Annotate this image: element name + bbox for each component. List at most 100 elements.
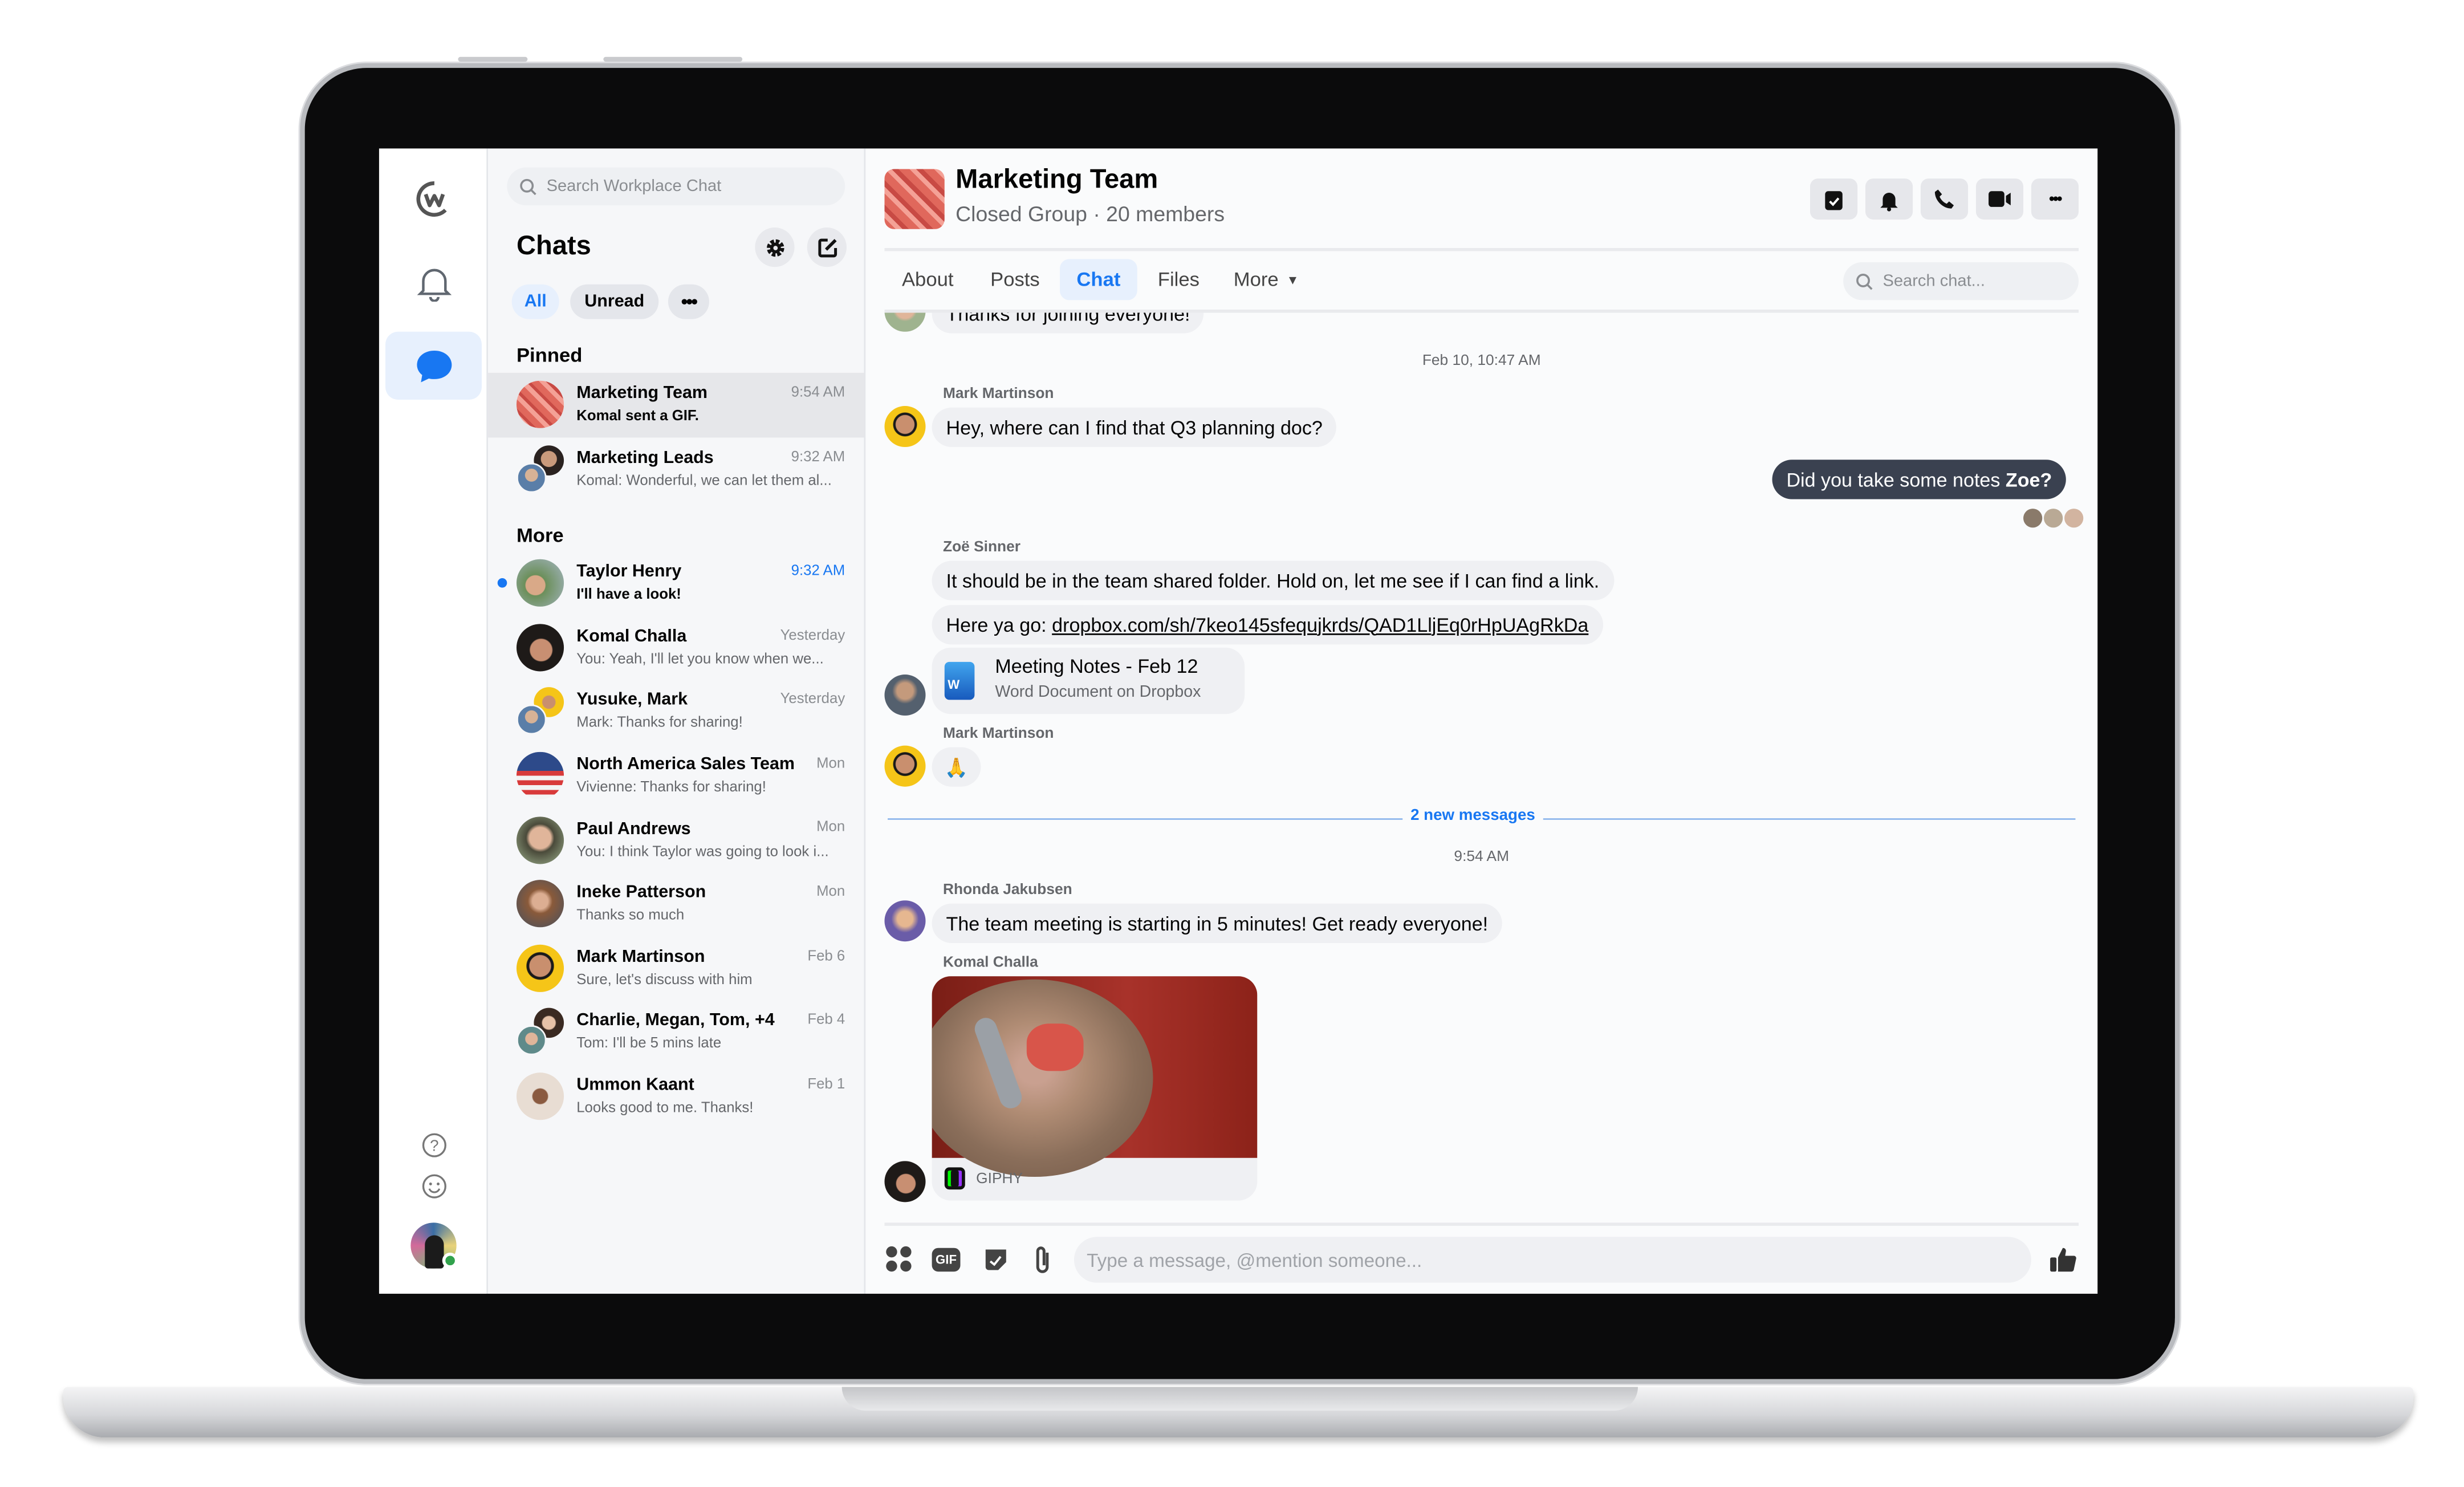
chat-preview: I'll have a look! <box>576 586 681 603</box>
chat-preview: Mark: Thanks for sharing! <box>576 714 743 731</box>
video-icon <box>1989 191 2011 207</box>
chat-time: Yesterday <box>780 626 845 643</box>
group-avatar <box>516 445 564 493</box>
chat-item-mark-martinson[interactable]: Mark Martinson Sure, let's discuss with h… <box>488 936 864 1000</box>
more-section-label: More <box>516 524 564 547</box>
workplace-logo-icon[interactable] <box>414 178 455 220</box>
tab-about[interactable]: About <box>884 259 970 300</box>
sender-name: Komal Challa <box>942 954 1038 972</box>
own-message-bubble[interactable]: Did you take some notes Zoe? <box>1772 460 2067 499</box>
read-receipts[interactable] <box>2023 509 2084 528</box>
message-input[interactable]: Type a message, @mention someone... <box>1074 1237 2031 1283</box>
tab-chat[interactable]: Chat <box>1060 259 1137 300</box>
chat-name: Ummon Kaant <box>576 1075 694 1095</box>
chat-item-taylor-henry[interactable]: Taylor Henry I'll have a look! 9:32 AM <box>488 551 864 615</box>
help-icon[interactable]: ? <box>414 1125 455 1166</box>
chat-item-komal-challa[interactable]: Komal Challa You: Yeah, I'll let you know… <box>488 615 864 679</box>
device-edge <box>603 56 743 62</box>
chat-name: Charlie, Megan, Tom, +4 <box>576 1011 775 1031</box>
chat-bubble-icon[interactable] <box>414 346 455 387</box>
bell-icon[interactable] <box>414 262 455 303</box>
user-avatar[interactable] <box>410 1222 458 1269</box>
chat-time: Feb 4 <box>807 1011 845 1027</box>
chat-time: Mon <box>816 754 845 771</box>
chat-item-ineke-patterson[interactable]: Ineke Patterson Thanks so much Mon <box>488 872 864 936</box>
chat-preview: Komal: Wonderful, we can let them al... <box>576 472 832 488</box>
bell-icon <box>1880 192 1898 211</box>
video-call-button[interactable] <box>1975 178 2024 220</box>
nav-rail: ? <box>379 148 489 1294</box>
gear-icon <box>766 238 784 256</box>
new-messages-label[interactable]: 2 new messages <box>1402 807 1543 825</box>
chat-name: Ineke Patterson <box>576 883 706 903</box>
more-options-button[interactable]: ••• <box>2031 178 2079 220</box>
chat-item-paul-andrews[interactable]: Paul Andrews You: I think Taylor was goin… <box>488 808 864 872</box>
chat-item-ummon-kaant[interactable]: Ummon Kaant Looks good to me. Thanks! Feb… <box>488 1065 864 1128</box>
more-chats: Taylor Henry I'll have a look! 9:32 AM Ko… <box>488 551 864 1128</box>
sender-avatar <box>884 900 926 942</box>
avatar <box>516 624 564 672</box>
message-bubble[interactable]: It should be in the team shared folder. … <box>932 560 1614 600</box>
apps-icon <box>886 1246 912 1272</box>
filter-all[interactable]: All <box>511 284 559 319</box>
chat-preview: Thanks so much <box>576 907 685 923</box>
more-icon: ••• <box>681 290 698 313</box>
dropbox-link[interactable]: dropbox.com/sh/7keo145sfequjkrds/QAD1Llj… <box>1052 614 1588 636</box>
chat-list-panel: Search Workplace Chat Chats All Unread •… <box>488 148 866 1294</box>
tab-posts[interactable]: Posts <box>973 259 1058 300</box>
own-message-text: Did you take some notes <box>1786 468 2006 491</box>
filter-unread[interactable]: Unread <box>570 284 659 319</box>
giphy-logo-icon <box>944 1167 965 1190</box>
search-workplace-chat-input[interactable]: Search Workplace Chat <box>507 167 845 206</box>
compose-icon <box>818 238 836 257</box>
caret-down-icon: ▼ <box>1286 272 1299 287</box>
sender-avatar <box>884 745 926 787</box>
notifications-button[interactable] <box>1865 178 1913 220</box>
message-bubble[interactable]: Thanks for joining everyone! <box>932 312 1205 334</box>
file-attachment-card[interactable]: W Meeting Notes - Feb 12 Word Document o… <box>932 647 1245 714</box>
group-avatar <box>516 1008 564 1056</box>
filter-more-button[interactable]: ••• <box>668 284 709 319</box>
sticker-button[interactable] <box>979 1243 1011 1274</box>
chat-item-yusuke-mark[interactable]: Yusuke, Mark Mark: Thanks for sharing! Ye… <box>488 680 864 743</box>
laptop-notch <box>841 1387 1638 1411</box>
message-input-placeholder: Type a message, @mention someone... <box>1087 1249 1422 1271</box>
message-text: Here ya go: <box>946 614 1052 636</box>
gif-button[interactable]: GIF <box>930 1243 962 1274</box>
emoji-message-bubble[interactable]: 🙏 <box>932 747 981 787</box>
search-chat-placeholder: Search chat... <box>1882 271 1985 291</box>
tasks-button[interactable] <box>1810 178 1858 220</box>
call-button[interactable] <box>1920 178 1969 220</box>
attach-button[interactable] <box>1027 1243 1058 1274</box>
message-bubble[interactable]: Hey, where can I find that Q3 planning d… <box>932 407 1337 448</box>
group-avatar[interactable] <box>884 169 945 229</box>
chat-item-charlie-megan-tom[interactable]: Charlie, Megan, Tom, +4 Tom: I'll be 5 mi… <box>488 1000 864 1064</box>
gif-image[interactable] <box>932 976 1258 1177</box>
conversation-subtitle: Closed Group · 20 members <box>955 202 1225 226</box>
pinned-section-label: Pinned <box>516 344 583 367</box>
tab-files[interactable]: Files <box>1140 259 1217 300</box>
divider <box>884 247 2079 251</box>
chat-preview: You: I think Taylor was going to look i.… <box>576 843 829 859</box>
message-bubble[interactable]: The team meeting is starting in 5 minute… <box>932 903 1503 943</box>
chat-item-north-america-sales-team[interactable]: North America Sales Team Vivienne: Thanks… <box>488 743 864 807</box>
chat-preview: Looks good to me. Thanks! <box>576 1099 754 1116</box>
chat-preview: Komal sent a GIF. <box>576 408 699 424</box>
apps-button[interactable] <box>883 1243 914 1274</box>
chat-preview: You: Yeah, I'll let you know when we... <box>576 651 824 667</box>
chat-item-marketing-leads[interactable]: Marketing Leads Komal: Wonderful, we can … <box>488 437 864 501</box>
settings-button[interactable] <box>755 227 795 267</box>
message-bubble[interactable]: Here ya go: dropbox.com/sh/7keo145sfequj… <box>932 605 1603 645</box>
like-button[interactable] <box>2047 1243 2079 1274</box>
new-message-button[interactable] <box>807 227 847 267</box>
chat-item-marketing-team[interactable]: Marketing Team Komal sent a GIF. 9:54 AM <box>488 372 864 437</box>
conversation-title[interactable]: Marketing Team <box>955 164 1158 196</box>
gif-message[interactable]: GIPHY <box>932 976 1258 1201</box>
mention[interactable]: Zoe? <box>2006 468 2052 490</box>
search-chat-input[interactable]: Search chat... <box>1843 262 2079 300</box>
emoji-icon[interactable] <box>414 1166 455 1207</box>
tab-more[interactable]: More ▼ <box>1216 259 1316 300</box>
word-document-icon: W <box>944 661 975 700</box>
search-icon <box>520 178 536 194</box>
pinned-chats: Marketing Team Komal sent a GIF. 9:54 AM … <box>488 372 864 501</box>
